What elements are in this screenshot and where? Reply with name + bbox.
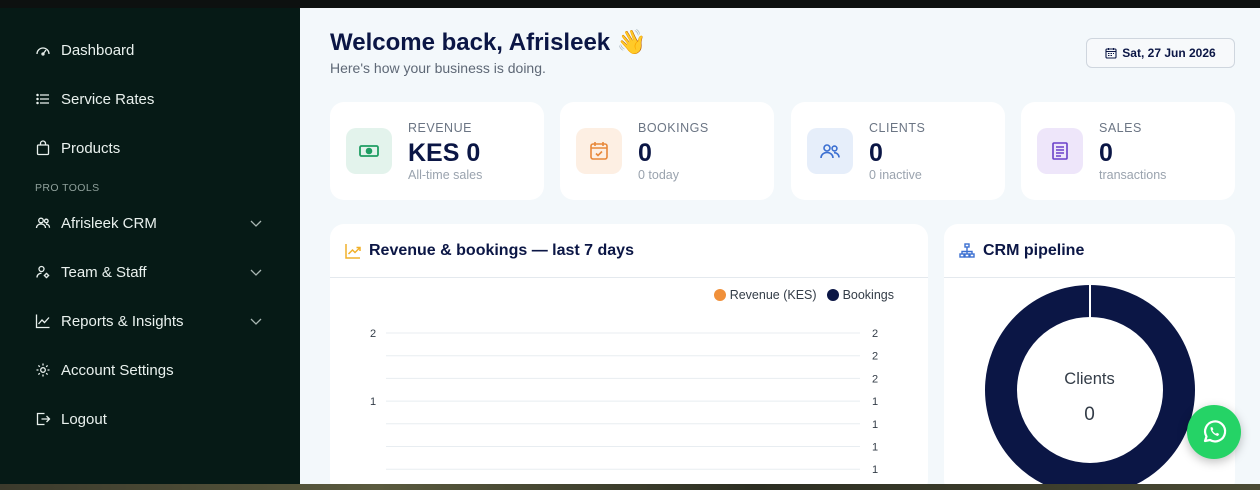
stat-icon-bg	[1037, 128, 1083, 174]
calendar-icon	[1105, 48, 1117, 59]
stat-value: 0	[638, 139, 652, 167]
cash-icon	[359, 145, 379, 157]
stat-subtext: All-time sales	[408, 168, 483, 182]
stat-label: REVENUE	[408, 121, 472, 135]
sidebar-item-label: Afrisleek CRM	[61, 214, 157, 232]
sidebar-item-dashboard[interactable]: Dashboard	[34, 37, 270, 63]
stat-subtext: 0 inactive	[869, 168, 922, 182]
gauge-icon	[34, 41, 52, 59]
sidebar-item-reports[interactable]: Reports & Insights	[34, 308, 270, 334]
panel-title: CRM pipeline	[983, 241, 1085, 259]
page-title: Welcome back, Afrisleek 👋	[330, 29, 647, 56]
chevron-down-icon[interactable]	[248, 215, 264, 231]
panel-header: Revenue & bookings — last 7 days	[330, 224, 928, 278]
date-badge[interactable]: Sat, 27 Jun 2026	[1086, 38, 1235, 68]
sidebar-item-label: Account Settings	[61, 361, 174, 379]
gear-icon	[34, 361, 52, 379]
sidebar-item-products[interactable]: Products	[34, 135, 270, 161]
background-strip	[0, 484, 1260, 490]
sidebar: Dashboard Service Rates Products PRO TOO…	[0, 8, 300, 484]
stat-icon-bg	[576, 128, 622, 174]
page-subtitle: Here's how your business is doing.	[330, 60, 546, 76]
stat-card-clients: CLIENTS 0 0 inactive	[791, 102, 1005, 200]
donut-ring[interactable]	[985, 285, 1195, 484]
sidebar-item-label: Dashboard	[61, 41, 135, 59]
right-axis-tick-label: 2	[872, 373, 878, 385]
donut-center-label: Clients	[1064, 370, 1115, 388]
main-content: Welcome back, Afrisleek 👋 Here's how you…	[300, 8, 1260, 484]
stat-icon-bg	[807, 128, 853, 174]
panel-title: Revenue & bookings — last 7 days	[369, 241, 634, 259]
right-axis-tick-label: 2	[872, 328, 878, 340]
chart-line-icon	[34, 312, 52, 330]
bag-icon	[34, 139, 52, 157]
right-axis-tick-label: 1	[872, 419, 878, 431]
receipt-icon	[1052, 142, 1068, 160]
left-axis-tick-label: 1	[370, 396, 376, 408]
whatsapp-icon	[1203, 420, 1227, 443]
stat-card-sales: SALES 0 transactions	[1021, 102, 1235, 200]
left-axis-tick-label: 2	[370, 328, 376, 340]
stat-label: BOOKINGS	[638, 121, 709, 135]
stat-subtext: transactions	[1099, 168, 1167, 182]
section-label-pro-tools: PRO TOOLS	[35, 182, 100, 194]
trend-up-icon	[345, 243, 361, 259]
sidebar-item-crm[interactable]: Afrisleek CRM	[34, 210, 270, 236]
users-icon	[34, 214, 52, 232]
right-axis-tick-label: 2	[872, 351, 878, 363]
stat-card-bookings: BOOKINGS 0 0 today	[560, 102, 774, 200]
panel-header: CRM pipeline	[944, 224, 1235, 278]
whatsapp-button[interactable]	[1187, 405, 1241, 459]
calendar-check-icon	[590, 142, 608, 160]
date-text: Sat, 27 Jun 2026	[1122, 46, 1216, 60]
sidebar-item-label: Reports & Insights	[61, 312, 184, 330]
sidebar-item-service-rates[interactable]: Service Rates	[34, 86, 270, 112]
stat-value: KES 0	[408, 139, 481, 167]
right-axis-tick-label: 1	[872, 396, 878, 408]
stat-value: 0	[869, 139, 883, 167]
chevron-down-icon[interactable]	[248, 313, 264, 329]
right-axis-tick-label: 1	[872, 464, 878, 476]
stat-value: 0	[1099, 139, 1113, 167]
stat-subtext: 0 today	[638, 168, 680, 182]
sidebar-item-label: Service Rates	[61, 90, 155, 108]
right-axis-tick-label: 1	[872, 442, 878, 454]
sidebar-item-account-settings[interactable]: Account Settings	[34, 357, 270, 383]
sidebar-item-logout[interactable]: Logout	[34, 406, 270, 432]
revenue-chart-panel: Revenue & bookings — last 7 days Revenue…	[330, 224, 928, 484]
sidebar-item-label: Team & Staff	[61, 263, 147, 281]
stat-card-revenue: REVENUE KES 0 All-time sales	[330, 102, 544, 200]
user-gear-icon	[34, 263, 52, 281]
sidebar-item-label: Logout	[61, 410, 107, 428]
stat-icon-bg	[346, 128, 392, 174]
users-icon	[820, 144, 840, 159]
sidebar-item-label: Products	[61, 139, 121, 157]
revenue-bookings-chart: 2 2 2 1 1 1 1 2 1	[370, 328, 878, 476]
chevron-down-icon[interactable]	[248, 264, 264, 280]
logout-icon	[34, 410, 52, 428]
sidebar-item-team-staff[interactable]: Team & Staff	[34, 259, 270, 285]
sitemap-icon	[959, 242, 975, 258]
list-icon	[34, 90, 52, 108]
stat-label: CLIENTS	[869, 121, 926, 135]
stat-label: SALES	[1099, 121, 1142, 135]
